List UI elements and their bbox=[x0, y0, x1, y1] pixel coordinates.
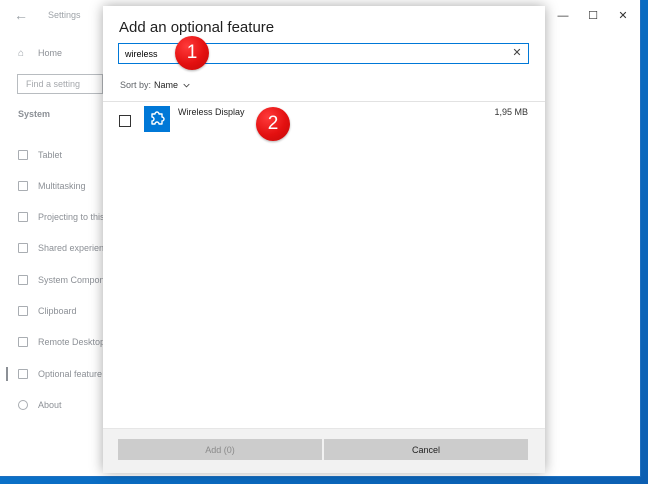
sidebar-item-about[interactable]: About bbox=[18, 398, 106, 412]
find-setting-input[interactable]: Find a setting bbox=[17, 74, 103, 94]
sidebar-item-optional-features[interactable]: Optional features bbox=[6, 367, 106, 381]
optional-features-icon bbox=[18, 369, 28, 379]
window-title: Settings bbox=[48, 10, 81, 20]
sidebar-item-clipboard[interactable]: Clipboard bbox=[18, 304, 106, 318]
sidebar-item-label: Projecting to this PC bbox=[38, 212, 106, 222]
feature-size: 1,95 MB bbox=[494, 107, 528, 117]
sidebar-item-label: Shared experiences bbox=[38, 243, 106, 253]
sidebar-item-projecting[interactable]: Projecting to this PC bbox=[18, 210, 106, 224]
dialog-footer: Add (0) Cancel bbox=[103, 428, 545, 473]
sidebar-item-label: About bbox=[38, 400, 62, 410]
sort-label: Sort by: bbox=[120, 80, 152, 90]
about-icon bbox=[18, 400, 28, 410]
sidebar-home-label: Home bbox=[38, 48, 63, 58]
sidebar-section-title: System bbox=[18, 109, 51, 119]
home-icon: ⌂ bbox=[18, 47, 25, 59]
sidebar-item-tablet[interactable]: Tablet bbox=[18, 148, 106, 162]
system-components-icon bbox=[18, 275, 28, 285]
sidebar-item-system-components[interactable]: System Components bbox=[18, 273, 106, 287]
clear-icon[interactable]: ✕ bbox=[511, 47, 523, 60]
add-button[interactable]: Add (0) bbox=[118, 439, 322, 460]
sidebar-item-shared-experiences[interactable]: Shared experiences bbox=[18, 241, 106, 255]
step-marker-2: 2 bbox=[256, 107, 290, 141]
sort-value: Name bbox=[154, 80, 179, 90]
dialog-title: Add an optional feature bbox=[119, 19, 275, 36]
minimize-button[interactable]: — bbox=[548, 6, 578, 26]
maximize-button[interactable]: ☐ bbox=[578, 6, 608, 26]
puzzle-icon bbox=[144, 106, 170, 132]
multitasking-icon bbox=[18, 181, 28, 191]
sidebar-item-label: Clipboard bbox=[38, 306, 77, 316]
step-marker-1: 1 bbox=[175, 36, 209, 70]
close-button[interactable]: ✕ bbox=[608, 6, 638, 26]
sidebar-item-multitasking[interactable]: Multitasking bbox=[18, 179, 106, 193]
back-arrow-icon[interactable]: ← bbox=[14, 7, 30, 23]
feature-checkbox[interactable] bbox=[119, 115, 131, 127]
settings-sidebar: ⌂ Home Find a setting System Tablet Mult… bbox=[0, 32, 110, 476]
tablet-icon bbox=[18, 150, 28, 160]
sidebar-item-label: Remote Desktop bbox=[38, 337, 106, 347]
projecting-icon bbox=[18, 212, 28, 222]
feature-list-item[interactable]: Wireless Display 1,95 MB bbox=[103, 102, 545, 142]
sort-dropdown[interactable]: Sort by: Name bbox=[120, 80, 190, 90]
chevron-down-icon bbox=[183, 83, 190, 87]
clipboard-icon bbox=[18, 306, 28, 316]
sidebar-item-label: Optional features bbox=[38, 369, 102, 379]
sidebar-home[interactable]: ⌂ Home bbox=[18, 46, 62, 60]
remote-desktop-icon bbox=[18, 337, 28, 347]
sidebar-item-label: Multitasking bbox=[38, 181, 86, 191]
shared-experiences-icon bbox=[18, 243, 28, 253]
sidebar-item-remote-desktop[interactable]: Remote Desktop bbox=[18, 335, 106, 349]
sidebar-item-label: Tablet bbox=[38, 150, 63, 160]
sidebar-item-label: System Components bbox=[38, 275, 106, 285]
feature-name: Wireless Display bbox=[178, 107, 245, 117]
add-feature-dialog: Add an optional feature ✕ Sort by: Name … bbox=[103, 6, 545, 473]
cancel-button[interactable]: Cancel bbox=[324, 439, 528, 460]
